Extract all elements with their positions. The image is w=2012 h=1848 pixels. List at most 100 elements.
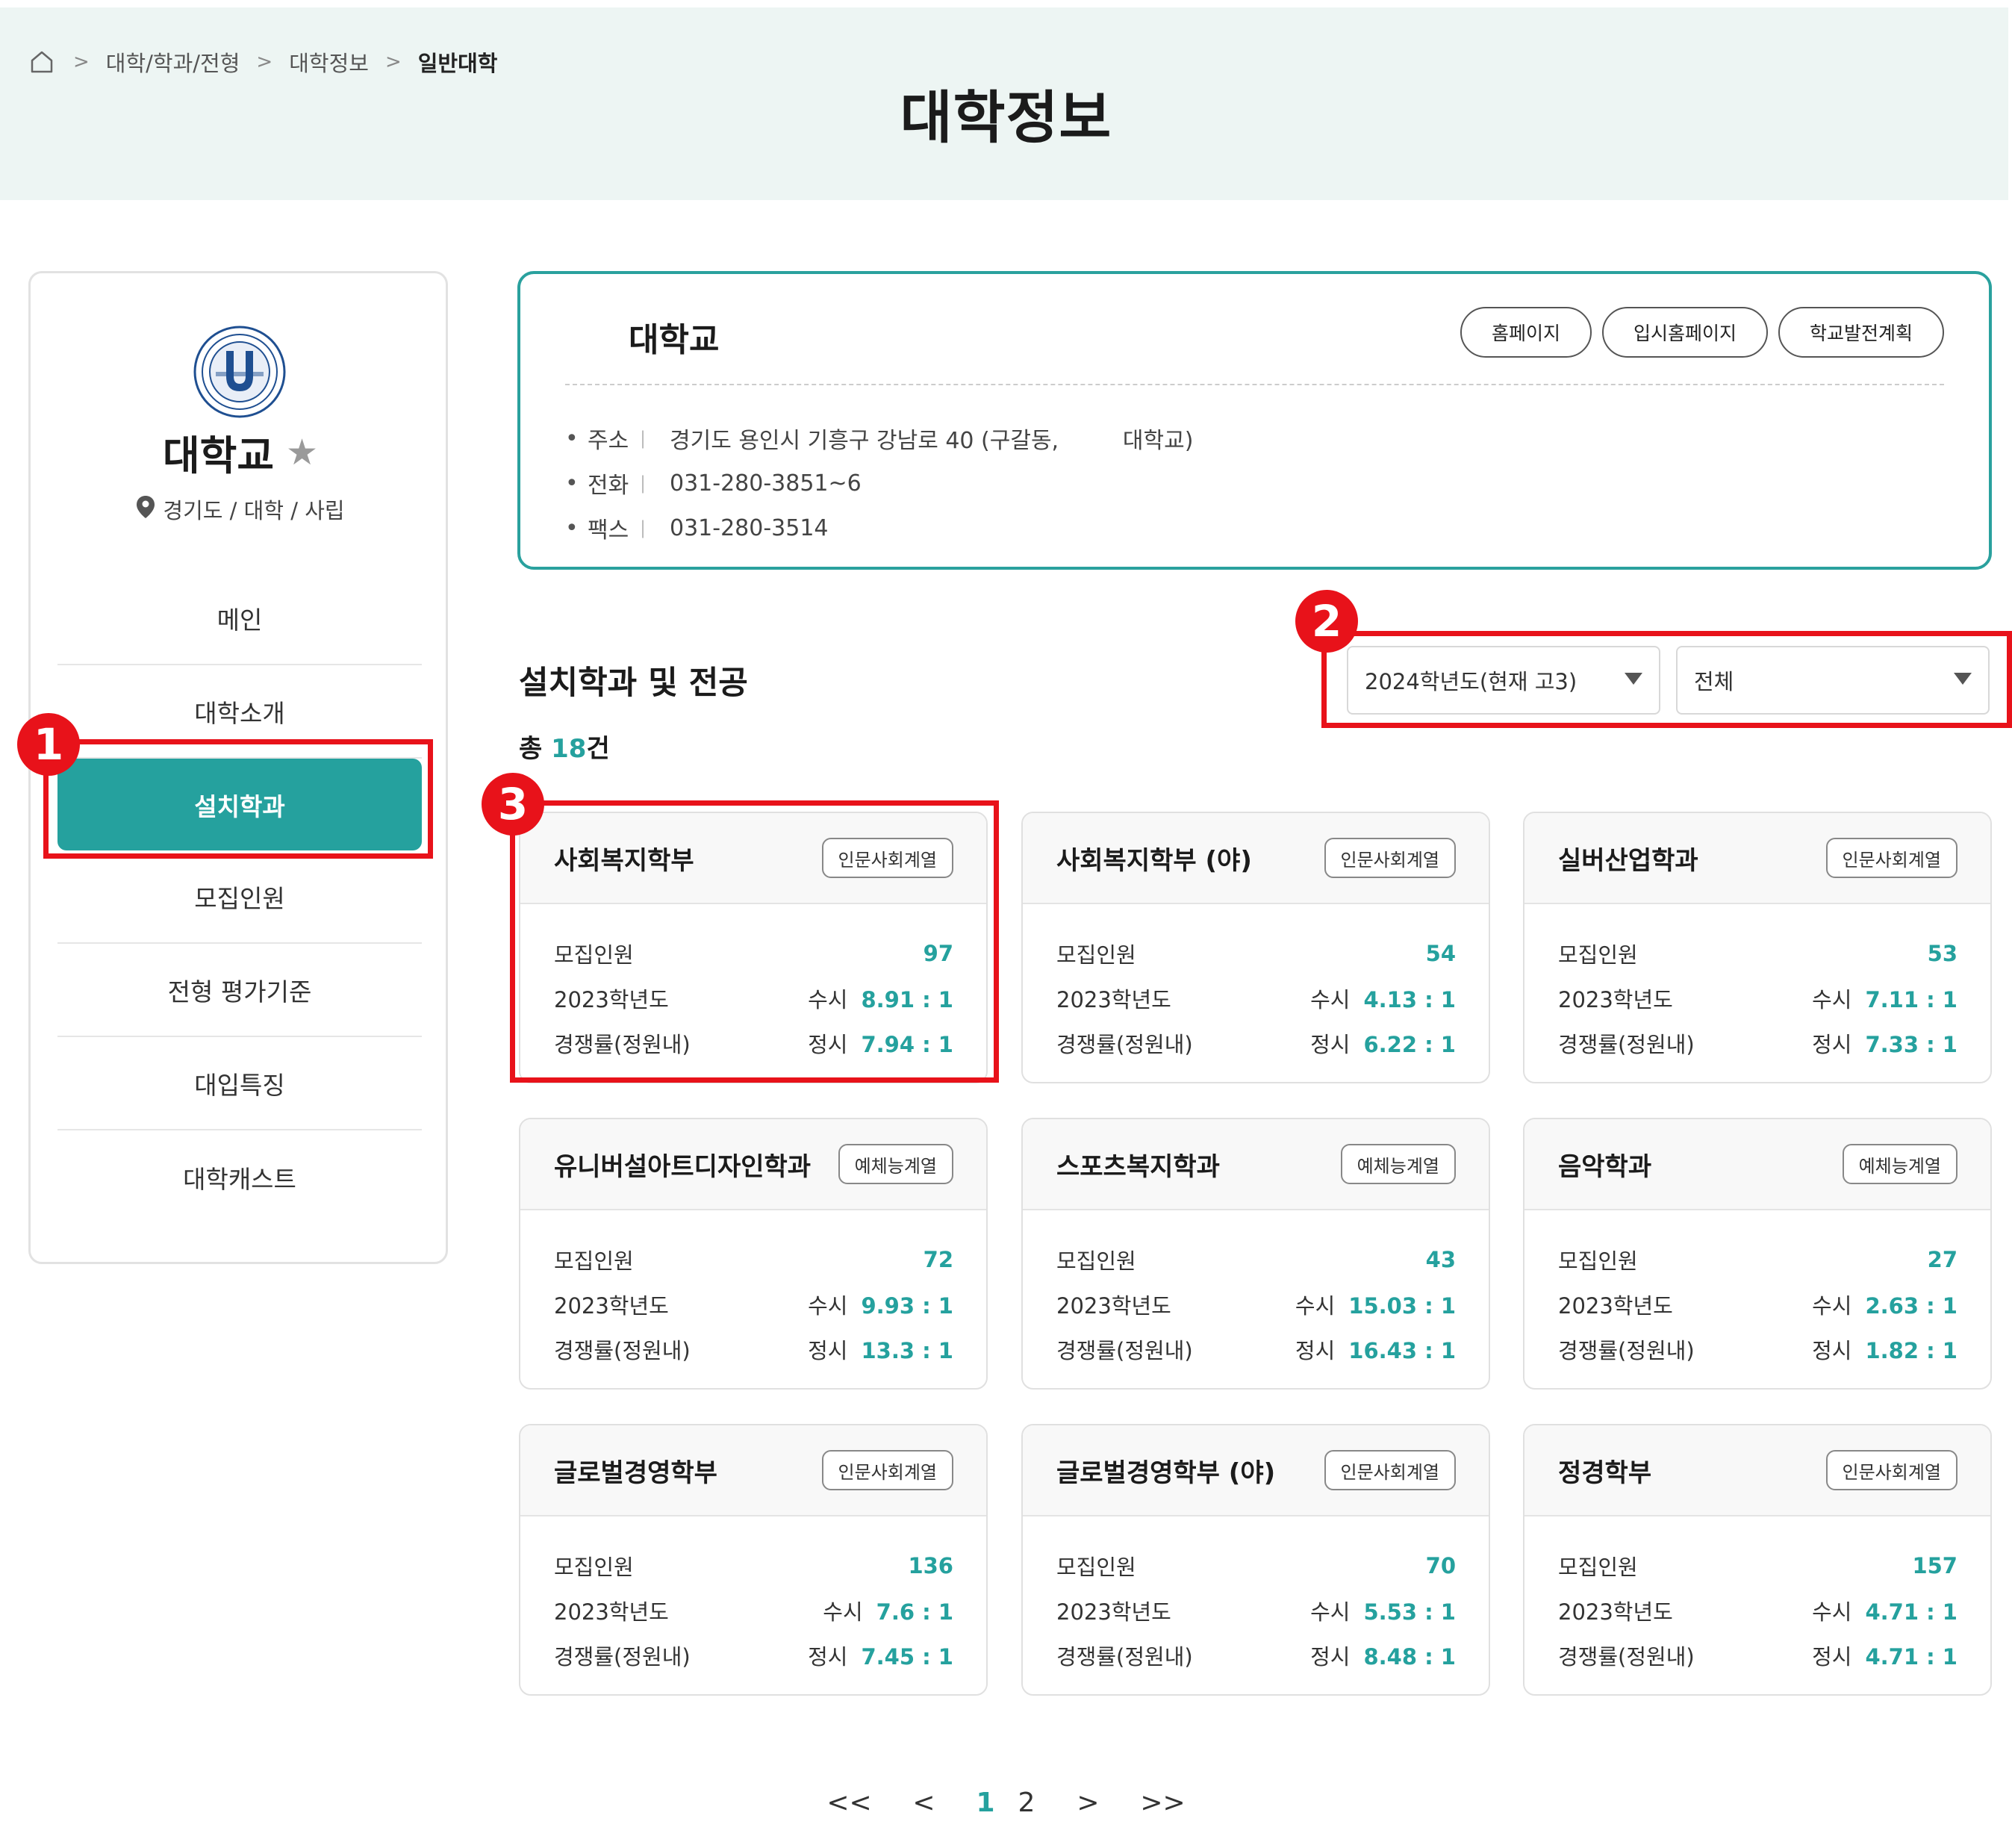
recruit-label: 모집인원 [1056,1248,1136,1274]
card-body: 모집인원 157 2023학년도 수시 4.71 : 1 경쟁률(정원내) 정시 4.71 :… [1524,1516,1990,1678]
sidebar-item-evaluation[interactable]: 전형 평가기준 [57,944,422,1037]
last-page-button[interactable]: >> [1137,1780,1189,1825]
year-label: 2023학년도 [1056,1293,1171,1319]
chevron-right-icon: > [256,51,273,73]
card-header: 스포츠복지학과 예체능계열 [1023,1119,1489,1210]
department-name[interactable]: 정경학부 [1558,1452,1651,1489]
card-header: 사회복지학부 인문사회계열 [520,813,986,904]
star-icon[interactable]: ★ [286,435,318,470]
recruit-value: 97 [923,941,953,966]
department-card[interactable]: 사회복지학부 (야) 인문사회계열 모집인원 54 2023학년도 수시 4.13 : 1 경… [1021,812,1490,1083]
recruit-label: 모집인원 [1558,942,1638,968]
admission-homepage-button[interactable]: 입시홈페이지 [1601,307,1768,358]
recruit-label: 모집인원 [1558,1555,1638,1580]
susi-label: 수시 [1310,1599,1351,1625]
department-name[interactable]: 글로벌경영학부 (야) [1056,1452,1275,1489]
department-name[interactable]: 실버산업학과 [1558,840,1698,877]
recruit-label: 모집인원 [554,1248,634,1274]
year-select-value: 2024학년도(현재 고3) [1365,669,1577,694]
development-plan-button[interactable]: 학교발전계획 [1778,307,1944,358]
department-card[interactable]: 유니버설아트디자인학과 예체능계열 모집인원 72 2023학년도 수시 9.93 : 1 경… [519,1118,988,1390]
recruit-value: 27 [1927,1247,1958,1272]
info-value: 경기도 용인시 기흥구 강남로 40 (구갈동, 대학교) [670,428,1194,454]
year-select[interactable]: 2024학년도(현재 고3) [1347,646,1660,715]
info-title: 대학교 [629,321,720,359]
recruit-row: 모집인원 97 [554,931,953,976]
recruit-row: 모집인원 157 [1558,1543,1958,1588]
year-label: 2023학년도 [554,1293,669,1319]
department-card[interactable]: 음악학과 예체능계열 모집인원 27 2023학년도 수시 2.63 : 1 경쟁률(정원내)… [1523,1118,1992,1390]
chevron-right-icon: > [384,51,402,73]
info-row-phone: • 전화 | 031-280-3851~6 [565,461,1193,505]
location-pin-icon [136,495,155,524]
department-card[interactable]: 정경학부 인문사회계열 모집인원 157 2023학년도 수시 4.71 : 1 경쟁률(정원… [1523,1424,1992,1696]
rate-label: 경쟁률(정원내) [554,1338,691,1363]
page-2-button[interactable]: 2 [1006,1780,1047,1825]
university-meta: 경기도 / 대학 / 사립 [31,494,450,525]
susi-rate-value: 7.11 : 1 [1865,987,1958,1012]
info-row-fax: • 팩스 | 031-280-3514 [565,505,1193,550]
first-page-button[interactable]: << [823,1780,876,1825]
sidebar-item-cast[interactable]: 대학캐스트 [57,1130,422,1224]
card-header: 실버산업학과 인문사회계열 [1524,813,1990,904]
department-name[interactable]: 사회복지학부 [554,840,694,877]
sidebar-item-main[interactable]: 메인 [57,572,422,665]
card-body: 모집인원 43 2023학년도 수시 15.03 : 1 경쟁률(정원내) 정시 16.43 … [1023,1210,1489,1372]
category-tag: 인문사회계열 [1324,1450,1456,1490]
info-label: 팩스 [588,517,629,544]
category-tag: 인문사회계열 [821,1450,953,1490]
card-header: 사회복지학부 (야) 인문사회계열 [1023,813,1489,904]
year-label: 2023학년도 [554,987,669,1012]
susi-rate-row: 2023학년도 수시 15.03 : 1 [1056,1282,1456,1327]
susi-label: 수시 [823,1599,863,1625]
sidebar-item-recruitment[interactable]: 모집인원 [57,850,422,944]
caret-down-icon [1625,673,1642,685]
department-name[interactable]: 글로벌경영학부 [554,1452,717,1489]
homepage-button[interactable]: 홈페이지 [1460,307,1592,358]
susi-label: 수시 [1295,1293,1336,1319]
susi-rate-value: 4.13 : 1 [1363,987,1456,1012]
department-name[interactable]: 음악학과 [1558,1146,1651,1183]
category-select[interactable]: 전체 [1676,646,1990,715]
department-card[interactable]: 실버산업학과 인문사회계열 모집인원 53 2023학년도 수시 7.11 : 1 경쟁률(정… [1523,812,1992,1083]
department-card[interactable]: 글로벌경영학부 인문사회계열 모집인원 136 2023학년도 수시 7.6 : 1 경쟁률(… [519,1424,988,1696]
recruit-value: 70 [1425,1553,1456,1578]
university-meta-text: 경기도 / 대학 / 사립 [163,498,345,523]
recruit-value: 72 [923,1247,953,1272]
chevron-right-icon: > [73,51,90,73]
pagination: << < 1 2 > >> [0,1780,2012,1825]
category-tag: 인문사회계열 [1825,838,1958,878]
recruit-label: 모집인원 [554,942,634,968]
recruit-row: 모집인원 72 [554,1237,953,1282]
year-label: 2023학년도 [1558,1599,1673,1625]
year-label: 2023학년도 [1558,987,1673,1012]
department-name[interactable]: 사회복지학부 (야) [1056,840,1252,877]
susi-label: 수시 [1812,1293,1852,1319]
annotation-badge-2: 2 [1295,590,1358,653]
university-logo [193,326,286,418]
sidebar-item-intro[interactable]: 대학소개 [57,665,422,759]
jeongsi-rate-value: 6.22 : 1 [1363,1032,1456,1057]
sidebar-item-features[interactable]: 대입특징 [57,1037,422,1130]
susi-rate-value: 15.03 : 1 [1348,1293,1456,1319]
department-card[interactable]: 사회복지학부 인문사회계열 모집인원 97 2023학년도 수시 8.91 : 1 경쟁률(정… [519,812,988,1083]
prev-page-button[interactable]: < [898,1780,950,1825]
next-page-button[interactable]: > [1062,1780,1115,1825]
category-tag: 예체능계열 [838,1144,953,1184]
department-name[interactable]: 유니버설아트디자인학과 [554,1146,811,1183]
jeongsi-label: 정시 [1812,1338,1852,1363]
recruit-value: 136 [908,1553,953,1578]
info-label: 주소 [588,428,629,454]
info-list: • 주소 | 경기도 용인시 기흥구 강남로 40 (구갈동, 대학교) • 전… [565,416,1193,550]
jeongsi-rate-value: 1.82 : 1 [1865,1338,1958,1363]
department-card[interactable]: 글로벌경영학부 (야) 인문사회계열 모집인원 70 2023학년도 수시 5.53 : 1… [1021,1424,1490,1696]
department-card[interactable]: 스포츠복지학과 예체능계열 모집인원 43 2023학년도 수시 15.03 : 1 경쟁률(… [1021,1118,1490,1390]
annotation-badge-3: 3 [482,773,544,836]
recruit-row: 모집인원 43 [1056,1237,1456,1282]
page-1-button[interactable]: 1 [965,1780,1006,1825]
jeongsi-label: 정시 [808,1644,848,1670]
recruit-value: 53 [1927,941,1958,966]
jeongsi-rate-row: 경쟁률(정원내) 정시 8.48 : 1 [1056,1633,1456,1678]
sidebar-item-departments[interactable]: 설치학과 [57,759,422,850]
department-name[interactable]: 스포츠복지학과 [1056,1146,1220,1183]
